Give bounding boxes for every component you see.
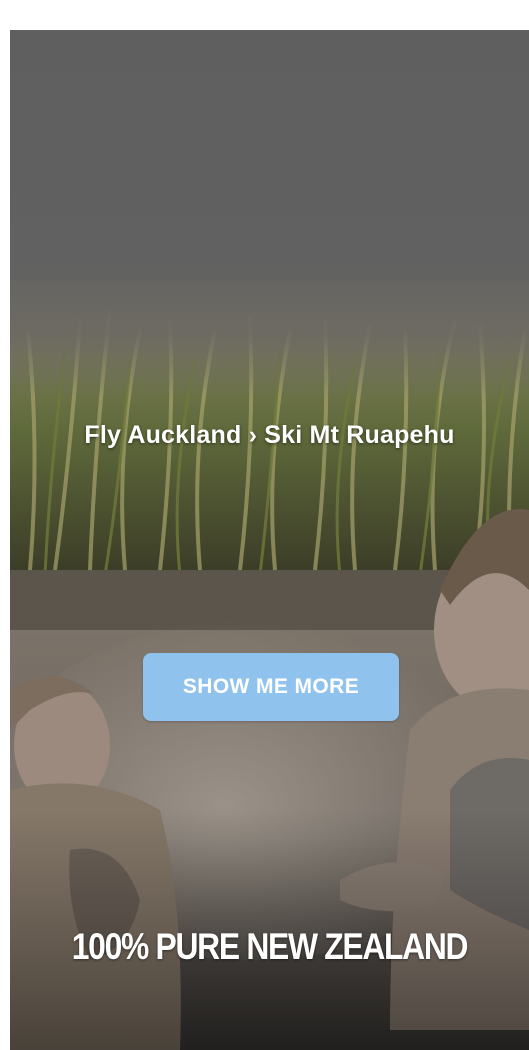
ad-banner[interactable]: Fly Auckland › Ski Mt Ruapehu SHOW ME MO… — [10, 30, 529, 1050]
headline-text: Fly Auckland › Ski Mt Ruapehu — [84, 421, 455, 449]
show-me-more-button[interactable]: SHOW ME MORE — [143, 653, 399, 721]
brand-logo: 100% PURE NEW ZEALAND — [71, 926, 469, 967]
hero-photo-image — [10, 30, 529, 1050]
